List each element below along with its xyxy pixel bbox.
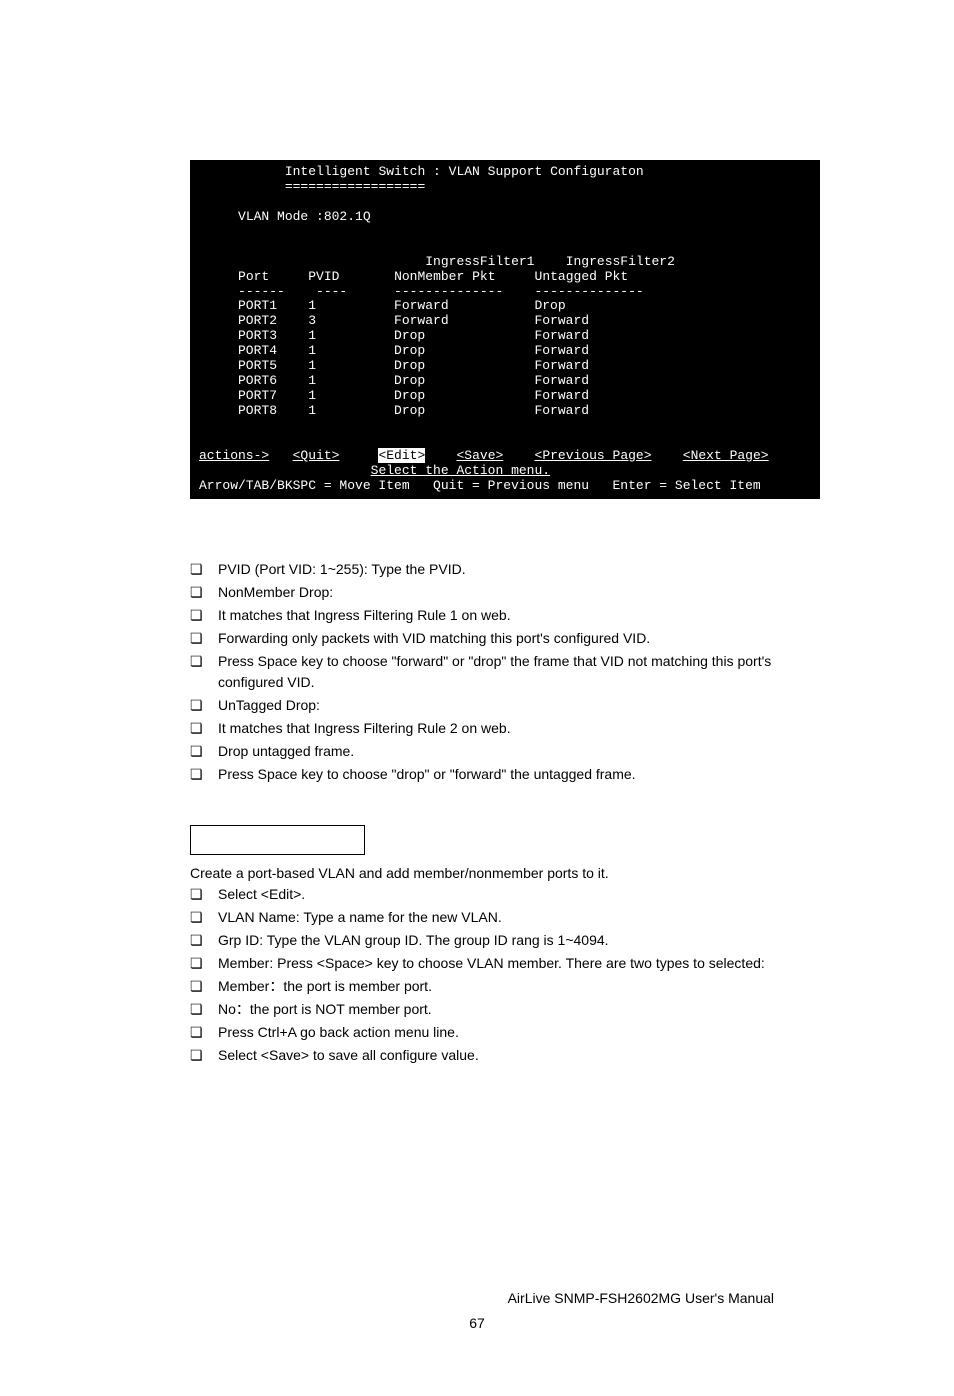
help-left: Arrow/TAB/BKSPC = Move Item — [199, 478, 410, 493]
list-item-text: It matches that Ingress Filtering Rule 2… — [218, 718, 830, 739]
list-item: ❏NonMember Drop: — [190, 582, 830, 603]
bullet-icon: ❏ — [190, 884, 218, 905]
list-item-text: VLAN Name: Type a name for the new VLAN. — [218, 907, 830, 928]
terminal-screenshot: Intelligent Switch : VLAN Support Config… — [190, 160, 820, 499]
bullet-icon: ❏ — [190, 764, 218, 785]
bullet-list-1: ❏PVID (Port VID: 1~255): Type the PVID.❏… — [190, 559, 830, 785]
list-item-text: PVID (Port VID: 1~255): Type the PVID. — [218, 559, 830, 580]
hdr-port: Port — [238, 269, 269, 284]
bullet-icon: ❏ — [190, 559, 218, 580]
bullet-icon: ❏ — [190, 1045, 218, 1066]
term-title: Intelligent Switch : VLAN Support Config… — [285, 164, 644, 179]
bullet-icon: ❏ — [190, 718, 218, 739]
list-item: ❏UnTagged Drop: — [190, 695, 830, 716]
list-item-text: Select <Save> to save all configure valu… — [218, 1045, 830, 1066]
hdr-if1b: NonMember Pkt — [394, 269, 495, 284]
list-item: ❏Member: Press <Space> key to choose VLA… — [190, 953, 830, 974]
list-item-text: Forwarding only packets with VID matchin… — [218, 628, 830, 649]
select-action-hint: Select the Action menu. — [371, 463, 550, 478]
list-item-text: No：the port is NOT member port. — [218, 999, 830, 1020]
bullet-list-2: ❏Select <Edit>.❏VLAN Name: Type a name f… — [190, 884, 830, 1066]
list-item: ❏No：the port is NOT member port. — [190, 999, 830, 1020]
paragraph-create-vlan: Create a port-based VLAN and add member/… — [190, 863, 830, 884]
actions-label: actions-> — [199, 448, 269, 463]
save-action[interactable]: <Save> — [456, 448, 503, 463]
list-item: ❏Select <Edit>. — [190, 884, 830, 905]
term-vlanmode: VLAN Mode :802.1Q — [238, 209, 371, 224]
bullet-icon: ❏ — [190, 999, 218, 1020]
help-right: Enter = Select Item — [612, 478, 760, 493]
list-item: ❏Forwarding only packets with VID matchi… — [190, 628, 830, 649]
bullet-icon: ❏ — [190, 582, 218, 603]
list-item: ❏VLAN Name: Type a name for the new VLAN… — [190, 907, 830, 928]
list-item-text: UnTagged Drop: — [218, 695, 830, 716]
footer-manual: AirLive SNMP-FSH2602MG User's Manual — [60, 1286, 894, 1311]
bullet-icon: ❏ — [190, 907, 218, 928]
list-item: ❏It matches that Ingress Filtering Rule … — [190, 718, 830, 739]
quit-action[interactable]: <Quit> — [293, 448, 340, 463]
empty-box — [190, 825, 365, 855]
bullet-icon: ❏ — [190, 930, 218, 951]
term-dashes: ------ ---- -------------- -------------… — [238, 284, 644, 299]
help-mid: Quit = Previous menu — [433, 478, 589, 493]
list-item-text: NonMember Drop: — [218, 582, 830, 603]
list-item: ❏Press Space key to choose "forward" or … — [190, 651, 830, 693]
bullet-icon: ❏ — [190, 741, 218, 762]
page-number: 67 — [60, 1311, 894, 1336]
list-item-text: Drop untagged frame. — [218, 741, 830, 762]
hdr-pvid: PVID — [308, 269, 339, 284]
list-item: ❏Drop untagged frame. — [190, 741, 830, 762]
hdr-if2a: IngressFilter2 — [566, 254, 675, 269]
table-rows: PORT1 1 Forward Drop PORT2 3 Forward For… — [199, 298, 589, 418]
bullet-icon: ❏ — [190, 976, 218, 997]
bullet-icon: ❏ — [190, 628, 218, 649]
list-item-text: Grp ID: Type the VLAN group ID. The grou… — [218, 930, 830, 951]
bullet-icon: ❏ — [190, 953, 218, 974]
list-item-text: Press Space key to choose "forward" or "… — [218, 651, 830, 693]
hdr-if2b: Untagged Pkt — [535, 269, 629, 284]
bullet-icon: ❏ — [190, 605, 218, 626]
next-action[interactable]: <Next Page> — [683, 448, 769, 463]
list-item-text: Select <Edit>. — [218, 884, 830, 905]
list-item: ❏Grp ID: Type the VLAN group ID. The gro… — [190, 930, 830, 951]
edit-action[interactable]: <Edit> — [378, 448, 425, 463]
list-item: ❏Select <Save> to save all configure val… — [190, 1045, 830, 1066]
list-item: ❏Member：the port is member port. — [190, 976, 830, 997]
list-item-text: Press Space key to choose "drop" or "for… — [218, 764, 830, 785]
list-item-text: Press Ctrl+A go back action menu line. — [218, 1022, 830, 1043]
list-item-text: Member：the port is member port. — [218, 976, 830, 997]
list-item: ❏Press Space key to choose "drop" or "fo… — [190, 764, 830, 785]
list-item: ❏PVID (Port VID: 1~255): Type the PVID. — [190, 559, 830, 580]
list-item: ❏Press Ctrl+A go back action menu line. — [190, 1022, 830, 1043]
term-underline: ================== — [285, 179, 425, 194]
bullet-icon: ❏ — [190, 695, 218, 716]
prev-action[interactable]: <Previous Page> — [535, 448, 652, 463]
list-item-text: It matches that Ingress Filtering Rule 1… — [218, 605, 830, 626]
list-item-text: Member: Press <Space> key to choose VLAN… — [218, 953, 830, 974]
hdr-if1a: IngressFilter1 — [425, 254, 534, 269]
list-item: ❏It matches that Ingress Filtering Rule … — [190, 605, 830, 626]
bullet-icon: ❏ — [190, 651, 218, 672]
bullet-icon: ❏ — [190, 1022, 218, 1043]
